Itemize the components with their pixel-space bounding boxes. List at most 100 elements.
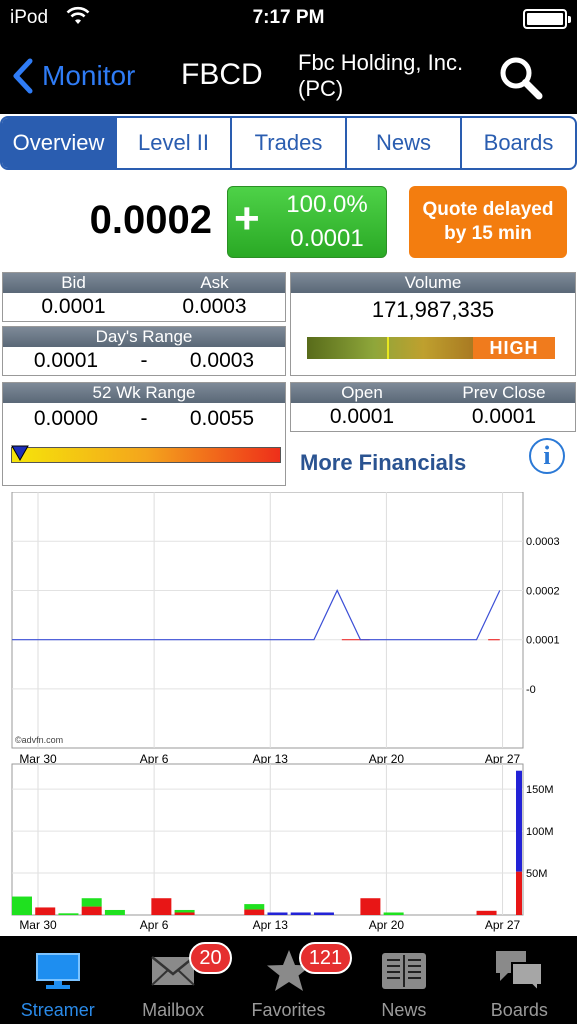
volume-label: Volume [404, 273, 462, 292]
ticker-symbol: FBCD [181, 58, 263, 91]
search-button[interactable] [496, 54, 544, 107]
delayed-line-2: by 15 min [444, 223, 532, 244]
change-amount: 0.0001 [290, 225, 364, 252]
chat-bubbles-icon [496, 951, 544, 993]
clock: 7:17 PM [252, 7, 325, 28]
tab-streamer-label: Streamer [20, 1000, 95, 1020]
52-week-low: 0.0000 [33, 407, 99, 430]
volume-x-tick-label: Apr 13 [253, 918, 289, 932]
volume-x-tick-label: Apr 20 [369, 918, 405, 932]
tab-news-bottom[interactable]: News [346, 936, 461, 1024]
52-week-range-bar [11, 447, 281, 463]
bottom-tab-bar: Streamer 20 Mailbox 121 Favorites News B… [0, 936, 577, 1024]
tab-mailbox[interactable]: 20 Mailbox [115, 936, 232, 1024]
price-y-tick-label: 0.0003 [526, 536, 560, 548]
ask-value: 0.0003 [182, 295, 247, 318]
days-range-high: 0.0003 [189, 349, 255, 372]
52-week-position-marker [11, 445, 29, 462]
tab-streamer[interactable]: Streamer [0, 936, 115, 1024]
volume-bar [81, 906, 102, 915]
volume-bar [104, 909, 125, 915]
price-y-tick-label: 0.0002 [526, 585, 560, 597]
volume-bar [174, 909, 195, 913]
change-sign: + [234, 194, 260, 243]
volume-bar [244, 904, 265, 910]
volume-bar [174, 912, 195, 915]
mailbox-badge: 20 [189, 942, 232, 974]
ask-label: Ask [200, 273, 229, 292]
company-name: Fbc Holding, Inc. (PC) [298, 50, 464, 101]
chevron-left-icon [13, 58, 33, 94]
tab-boards[interactable]: Boards [460, 118, 575, 168]
tab-trades[interactable]: Trades [230, 118, 345, 168]
52-week-high: 0.0055 [189, 407, 255, 430]
back-button[interactable]: Monitor [12, 56, 135, 96]
days-range-label: Day's Range [95, 327, 193, 346]
status-bar: iPod 7:17 PM [0, 0, 577, 38]
days-range-separator: - [140, 349, 148, 372]
tab-overview[interactable]: Overview [2, 118, 115, 168]
tab-news-label: News [381, 1000, 427, 1020]
volume-bar [516, 871, 522, 915]
bid-value: 0.0001 [41, 295, 106, 318]
navigation-bar: Monitor FBCD Fbc Holding, Inc. (PC) [0, 38, 577, 114]
volume-y-tick-label: 100M [526, 826, 554, 838]
open-value: 0.0001 [329, 405, 395, 428]
volume-bar [290, 912, 311, 915]
52-week-range-panel: 52 Wk Range 0.0000 - 0.0055 [2, 382, 286, 486]
tab-news[interactable]: News [345, 118, 460, 168]
volume-y-tick-label: 50M [526, 868, 547, 880]
volume-bar [267, 912, 288, 915]
days-range-low: 0.0001 [33, 349, 99, 372]
tab-boards-label: Boards [490, 1000, 548, 1020]
tab-level-ii[interactable]: Level II [115, 118, 230, 168]
volume-value: 171,987,335 [371, 297, 495, 322]
more-financials-link[interactable]: More Financials [300, 450, 466, 476]
info-icon[interactable]: i [529, 438, 565, 474]
days-range-panel: Day's Range 0.0001 - 0.0003 [2, 326, 286, 376]
volume-bar [313, 912, 334, 915]
volume-bar [244, 909, 265, 915]
tab-favorites-label: Favorites [251, 1000, 326, 1020]
back-button-label: Monitor [42, 60, 136, 91]
volume-bar [151, 898, 172, 915]
last-price: 0.0002 [89, 198, 212, 242]
volume-y-tick-label: 150M [526, 784, 554, 796]
section-tabs: Overview Level II Trades News Boards [0, 116, 577, 170]
tab-favorites[interactable]: 121 Favorites [231, 936, 353, 1024]
52-week-separator: - [140, 407, 148, 430]
volume-x-tick-label: Apr 27 [485, 918, 521, 932]
volume-bar [35, 907, 56, 915]
volume-bar [12, 896, 32, 915]
volume-bar [360, 898, 381, 915]
volume-bar [516, 770, 522, 872]
price-volume-chart: 0.0003 0.0002 0.0001 -0 ©advfn.com Mar 30 Apr … [11, 492, 560, 932]
price-y-tick-label: 0.0001 [526, 635, 560, 647]
change-percent: 100.0% [286, 191, 368, 218]
battery-icon [523, 9, 571, 29]
bid-label: Bid [61, 273, 86, 292]
volume-x-tick-label: Apr 6 [140, 918, 169, 932]
price-change-badge: + 100.0% 0.0001 [227, 186, 387, 258]
volume-average-marker [387, 337, 389, 359]
open-label: Open [341, 383, 383, 402]
prev-close-value: 0.0001 [471, 405, 537, 428]
tab-boards-bottom[interactable]: Boards [462, 936, 577, 1024]
favorites-badge: 121 [298, 942, 353, 974]
bid-ask-panel: Bid Ask 0.0001 0.0003 [2, 272, 286, 322]
volume-level-tag: HIGH [473, 337, 555, 359]
chart-watermark: ©advfn.com [15, 735, 63, 745]
price-y-tick-label: -0 [526, 684, 536, 696]
volume-bar [476, 910, 497, 915]
open-close-panel: Open Prev Close 0.0001 0.0001 [290, 382, 576, 432]
search-icon [500, 57, 543, 100]
tab-mailbox-label: Mailbox [142, 1000, 205, 1020]
volume-x-tick-label: Mar 30 [19, 918, 57, 932]
volume-level-bar: HIGH [307, 337, 555, 359]
volume-bar [81, 898, 102, 907]
prev-close-label: Prev Close [462, 383, 546, 402]
price-plot-frame [11, 492, 524, 749]
volume-bar [58, 913, 79, 915]
volume-bar [383, 912, 404, 915]
delayed-line-1: Quote delayed [422, 199, 554, 220]
